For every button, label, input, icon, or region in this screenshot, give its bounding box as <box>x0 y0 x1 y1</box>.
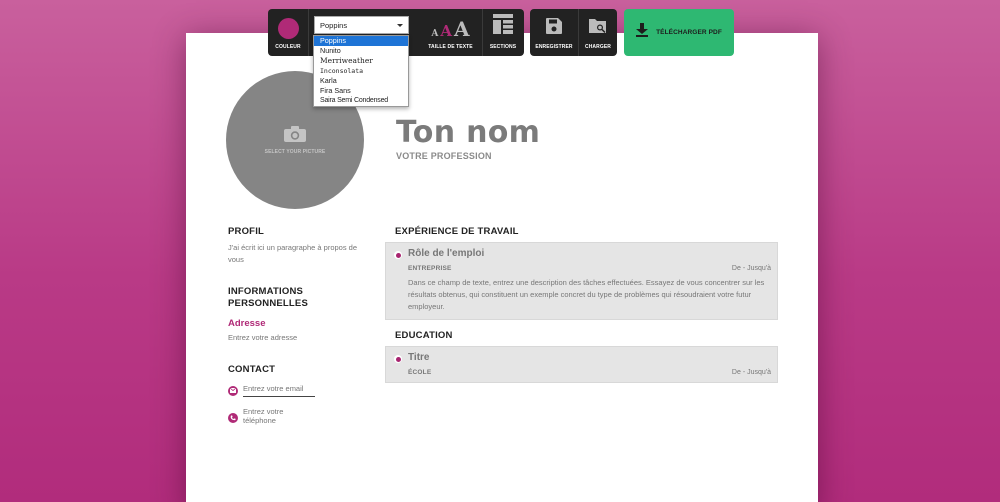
color-swatch <box>277 18 299 39</box>
address-field[interactable]: Entrez votre adresse <box>228 332 358 344</box>
save-icon <box>546 18 562 39</box>
education-dates[interactable]: De - Jusqu'à <box>732 369 771 376</box>
experience-dates[interactable]: De - Jusqu'à <box>732 265 771 272</box>
download-pdf-button[interactable]: TÉLÉCHARGER PDF <box>624 9 734 56</box>
text-size-label: TAILLE DE TEXTE <box>428 44 473 50</box>
right-column: EXPÉRIENCE DE TRAVAIL Rôle de l'emploi E… <box>385 226 778 383</box>
sections-icon <box>493 14 513 39</box>
phone-row: Entrez votre téléphone <box>228 407 358 428</box>
font-option[interactable]: Fira Sans <box>314 86 408 96</box>
experience-heading: EXPÉRIENCE DE TRAVAIL <box>395 226 519 237</box>
name-field[interactable]: Ton nom <box>396 115 540 150</box>
school-field[interactable]: ÉCOLE <box>408 369 431 376</box>
job-description[interactable]: Dans ce champ de texte, entrez une descr… <box>408 277 771 313</box>
profession-field[interactable]: VOTRE PROFESSION <box>396 151 492 161</box>
color-button[interactable]: COULEUR <box>268 9 308 56</box>
save-label: ENREGISTRER <box>535 44 573 50</box>
save-button[interactable]: ENREGISTRER <box>530 9 578 56</box>
load-button[interactable]: CHARGER <box>579 9 617 56</box>
phone-icon <box>228 412 238 423</box>
font-option[interactable]: Karla <box>314 76 408 86</box>
education-entry[interactable]: Titre ÉCOLE De - Jusqu'à <box>385 346 778 383</box>
sections-button[interactable]: SECTIONS <box>483 9 523 56</box>
camera-icon <box>284 125 306 142</box>
load-label: CHARGER <box>585 44 611 50</box>
font-option[interactable]: Nunito <box>314 46 408 56</box>
email-icon <box>228 385 238 396</box>
degree-title[interactable]: Titre <box>408 352 771 363</box>
photo-label: SELECT YOUR PICTURE <box>264 148 326 155</box>
email-field[interactable]: Entrez votre email <box>243 384 315 397</box>
sections-label: SECTIONS <box>489 44 517 50</box>
cv-page: SELECT YOUR PICTURE Ton nom VOTRE PROFES… <box>186 33 818 502</box>
company-field[interactable]: ENTREPRISE <box>408 265 452 272</box>
profile-text[interactable]: J'ai écrit ici un paragraphe à propos de… <box>228 242 358 266</box>
personal-info-heading: INFORMATIONS PERSONNELLES <box>228 286 308 309</box>
left-column: PROFIL J'ai écrit ici un paragraphe à pr… <box>228 226 358 428</box>
download-icon <box>636 23 649 42</box>
font-option[interactable]: Merriweather <box>314 56 408 66</box>
download-pdf-label: TÉLÉCHARGER PDF <box>656 29 722 36</box>
text-size-button[interactable]: AAA TAILLE DE TEXTE <box>419 9 482 56</box>
font-option[interactable]: Inconsolata <box>314 66 408 76</box>
entry-meta: ÉCOLE De - Jusqu'à <box>408 369 771 376</box>
font-option[interactable]: Saira Semi Condensed <box>314 96 408 106</box>
font-dropdown: Poppins Nunito Merriweather Inconsolata … <box>313 35 409 107</box>
font-select[interactable]: Poppins <box>314 16 409 34</box>
font-select-value: Poppins <box>320 20 348 30</box>
email-row: Entrez votre email <box>228 384 358 397</box>
chevron-down-icon <box>397 23 403 27</box>
experience-entry[interactable]: Rôle de l'emploi ENTREPRISE De - Jusqu'à… <box>385 242 778 320</box>
phone-field[interactable]: Entrez votre téléphone <box>243 407 315 428</box>
contact-heading: CONTACT <box>228 364 276 375</box>
folder-search-icon <box>589 18 607 39</box>
profile-heading: PROFIL <box>228 226 265 237</box>
entry-meta: ENTREPRISE De - Jusqu'à <box>408 265 771 272</box>
file-toolbar: ENREGISTRER CHARGER <box>530 9 617 56</box>
education-heading: EDUCATION <box>395 330 453 341</box>
entry-bullet-icon <box>394 251 402 259</box>
font-option[interactable]: Poppins <box>314 36 408 46</box>
text-size-icon: AAA <box>431 17 470 41</box>
color-label: COULEUR <box>275 44 301 50</box>
entry-bullet-icon <box>394 355 402 363</box>
job-role[interactable]: Rôle de l'emploi <box>408 248 771 259</box>
address-label: Adresse <box>228 318 266 329</box>
